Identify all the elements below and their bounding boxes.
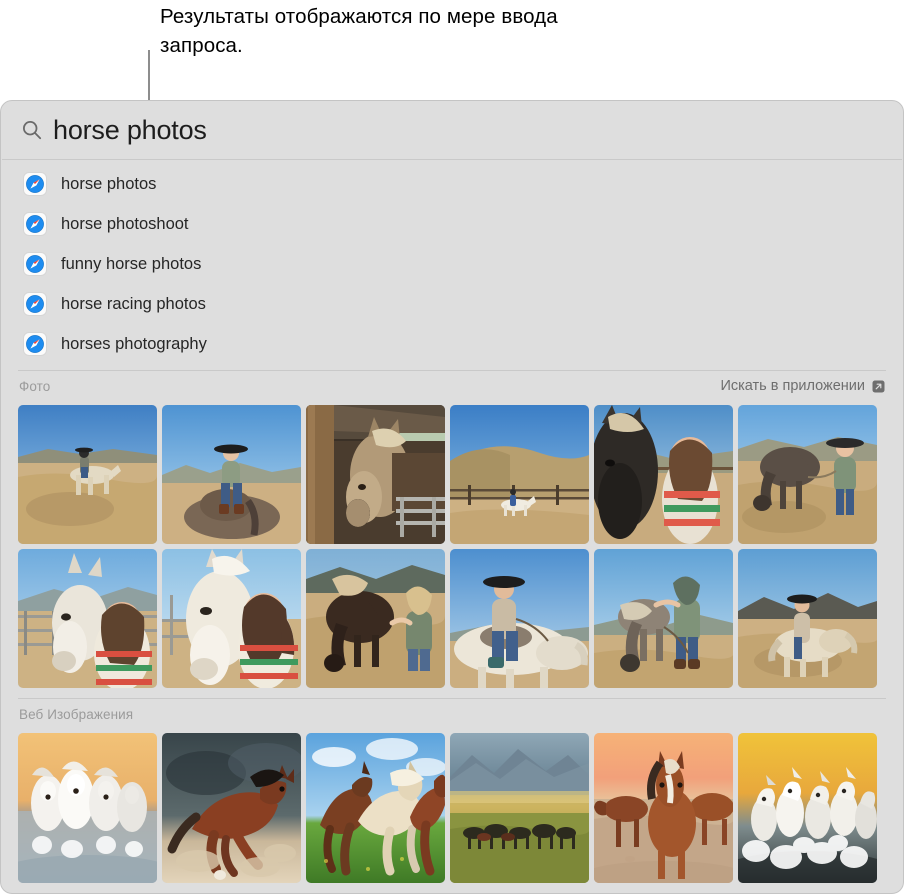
photo-thumbnail (306, 405, 445, 544)
photo-tile[interactable] (594, 549, 733, 688)
web-image-thumbnail (450, 733, 589, 883)
safari-compass-icon (23, 212, 47, 236)
search-suggestions-panel: horse photos horse photos horse photosho… (0, 100, 904, 894)
suggestion-item[interactable]: horse photos (1, 164, 903, 204)
photo-thumbnail (450, 549, 589, 688)
open-in-app-button[interactable]: Искать в приложении (720, 378, 885, 394)
suggestion-label: horse photoshoot (61, 214, 189, 233)
suggestion-label: horses photography (61, 334, 207, 353)
web-image-tile[interactable] (162, 733, 301, 883)
safari-compass-icon (23, 332, 47, 356)
suggestion-label: funny horse photos (61, 254, 202, 273)
photo-thumbnail (306, 549, 445, 688)
safari-compass-icon (23, 292, 47, 316)
section-title: Фото (19, 378, 51, 394)
web-image-tile[interactable] (306, 733, 445, 883)
photo-tile[interactable] (738, 405, 877, 544)
suggestion-item[interactable]: horse photoshoot (1, 204, 903, 244)
web-image-tile[interactable] (594, 733, 733, 883)
photo-thumbnail (594, 405, 733, 544)
open-in-app-label: Искать в приложении (720, 378, 865, 394)
photo-tile[interactable] (738, 549, 877, 688)
section-title: Веб Изображения (19, 706, 134, 722)
search-icon (22, 120, 42, 140)
suggestion-label: horse racing photos (61, 294, 206, 313)
photo-thumbnail (162, 405, 301, 544)
photo-tile[interactable] (306, 405, 445, 544)
web-image-tile[interactable] (738, 733, 877, 883)
photo-tile[interactable] (306, 549, 445, 688)
web-images-grid (1, 729, 903, 883)
photo-tile[interactable] (162, 549, 301, 688)
safari-compass-icon (23, 252, 47, 276)
web-images-section-header: Веб Изображения (1, 699, 903, 729)
photo-thumbnail (738, 549, 877, 688)
callout-text: Результаты отображаются по мере ввода за… (160, 5, 558, 57)
photo-thumbnail (162, 549, 301, 688)
web-image-thumbnail (306, 733, 445, 883)
photo-tile[interactable] (450, 405, 589, 544)
web-image-thumbnail (18, 733, 157, 883)
photo-thumbnail (594, 549, 733, 688)
suggestion-item[interactable]: horses photography (1, 324, 903, 364)
photo-thumbnail (738, 405, 877, 544)
suggestion-item[interactable]: funny horse photos (1, 244, 903, 284)
photo-tile[interactable] (18, 405, 157, 544)
suggestion-label: horse photos (61, 174, 157, 193)
photo-tile[interactable] (594, 405, 733, 544)
search-field[interactable]: horse photos (1, 101, 903, 159)
web-image-thumbnail (594, 733, 733, 883)
web-image-thumbnail (162, 733, 301, 883)
screenshot-root: Результаты отображаются по мере ввода за… (0, 0, 904, 894)
photo-tile[interactable] (162, 405, 301, 544)
suggestion-item[interactable]: horse racing photos (1, 284, 903, 324)
photo-thumbnail (18, 405, 157, 544)
open-in-app-arrow-icon (872, 380, 885, 392)
photo-tile[interactable] (18, 549, 157, 688)
callout-leader-line (148, 50, 150, 105)
photos-grid (1, 401, 903, 688)
photo-thumbnail (450, 405, 589, 544)
web-image-tile[interactable] (450, 733, 589, 883)
photo-thumbnail (18, 549, 157, 688)
safari-compass-icon (23, 172, 47, 196)
suggestion-list: horse photos horse photoshoot funny hors… (1, 160, 903, 370)
photo-tile[interactable] (450, 549, 589, 688)
photos-section-header: Фото Искать в приложении (1, 371, 903, 401)
web-image-tile[interactable] (18, 733, 157, 883)
search-input-value[interactable]: horse photos (53, 115, 207, 146)
web-image-thumbnail (738, 733, 877, 883)
